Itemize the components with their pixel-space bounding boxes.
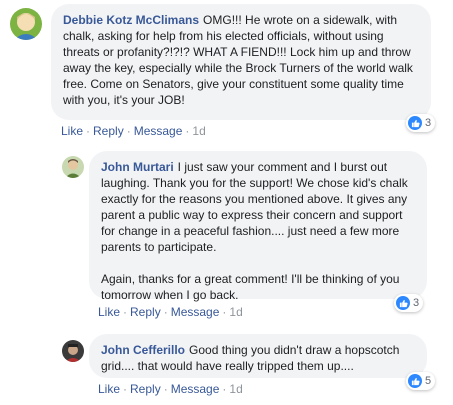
comment-text-paragraph: Again, thanks for a great comment! I'll … (101, 272, 400, 302)
separator: · (185, 124, 190, 138)
like-reaction-icon (396, 296, 410, 310)
comment-body: John Murtari I just saw your comment and … (101, 159, 415, 255)
comment-text: OMG!!! He wrote on a sidewalk, with chal… (63, 13, 413, 107)
reply-link[interactable]: Reply (130, 305, 161, 319)
message-link[interactable]: Message (171, 305, 220, 319)
like-link[interactable]: Like (98, 305, 120, 319)
separator: · (123, 382, 128, 396)
message-link[interactable]: Message (171, 382, 220, 396)
reaction-count: 3 (413, 297, 420, 309)
reaction-count: 5 (425, 375, 432, 387)
comment-actions: Like · Reply · Message · 1d (98, 382, 243, 396)
comment-bubble: John Cefferillo Good thing you didn't dra… (89, 334, 427, 378)
comment-body: Debbie Kotz McClimans OMG!!! He wrote on … (63, 12, 419, 108)
timestamp-link[interactable]: 1d (229, 382, 242, 396)
separator: · (126, 124, 131, 138)
comment-bubble: John Murtari I just saw your comment and … (89, 151, 427, 302)
like-link[interactable]: Like (61, 124, 83, 138)
separator: · (222, 382, 227, 396)
avatar[interactable] (62, 340, 84, 362)
comment-author[interactable]: Debbie Kotz McClimans (63, 13, 199, 27)
timestamp-link[interactable]: 1d (229, 305, 242, 319)
reaction-badge[interactable]: 3 (406, 114, 436, 132)
separator: · (86, 124, 91, 138)
avatar-image (62, 340, 84, 362)
message-link[interactable]: Message (134, 124, 183, 138)
separator: · (163, 305, 168, 319)
comment-bubble: Debbie Kotz McClimans OMG!!! He wrote on … (51, 4, 431, 120)
comment-author[interactable]: John Murtari (101, 160, 174, 174)
timestamp-link[interactable]: 1d (192, 124, 205, 138)
reply-link[interactable]: Reply (130, 382, 161, 396)
comment-text: I just saw your comment and I burst out … (101, 160, 408, 254)
like-reaction-icon (408, 374, 422, 388)
reply-link[interactable]: Reply (93, 124, 124, 138)
reaction-badge[interactable]: 3 (394, 294, 424, 312)
avatar[interactable] (62, 156, 84, 178)
comment-actions: Like · Reply · Message · 1d (61, 124, 206, 138)
separator: · (163, 382, 168, 396)
comment-body: John Cefferillo Good thing you didn't dra… (101, 342, 415, 374)
avatar-image (10, 8, 42, 40)
like-link[interactable]: Like (98, 382, 120, 396)
separator: · (222, 305, 227, 319)
separator: · (123, 305, 128, 319)
avatar-image (62, 156, 84, 178)
like-reaction-icon (408, 116, 422, 130)
reaction-count: 3 (425, 117, 432, 129)
reaction-badge[interactable]: 5 (406, 372, 436, 390)
avatar[interactable] (10, 8, 42, 40)
comment-actions: Like · Reply · Message · 1d (98, 305, 243, 319)
comment-author[interactable]: John Cefferillo (101, 343, 185, 357)
